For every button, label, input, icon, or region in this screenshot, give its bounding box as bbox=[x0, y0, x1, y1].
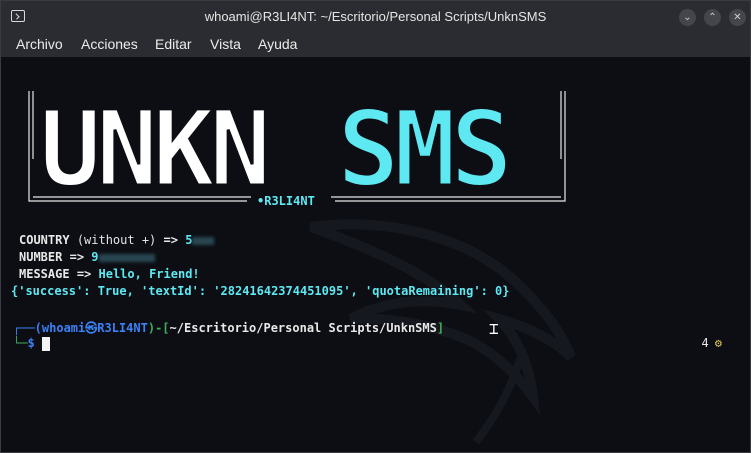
prompt-at: ㉿ bbox=[85, 321, 98, 335]
prompt-corner: └─ bbox=[13, 336, 28, 350]
number-line: NUMBER => 9 bbox=[19, 250, 155, 264]
terminal-window: whoami@R3LI4NT: ~/Escritorio/Personal Sc… bbox=[0, 0, 751, 453]
country-arrow: => bbox=[163, 233, 178, 247]
prompt-symbol: $ bbox=[27, 336, 35, 350]
message-label: MESSAGE bbox=[19, 267, 70, 281]
country-label: COUNTRY bbox=[19, 233, 70, 247]
prompt-line-1: ┌──(whoami㉿R3LI4NT)-[~/Escritorio/Person… bbox=[13, 319, 444, 336]
prompt-close: ] bbox=[436, 321, 445, 335]
title-bar[interactable]: whoami@R3LI4NT: ~/Escritorio/Personal Sc… bbox=[1, 1, 750, 33]
menu-acciones[interactable]: Acciones bbox=[81, 36, 138, 52]
prompt-user: whoami bbox=[41, 321, 86, 335]
terminal-area[interactable]: UNKN SMS •R3LI4NT COUNTRY (without +) =>… bbox=[1, 57, 750, 452]
number-arrow: => bbox=[69, 250, 85, 264]
prompt-host: R3LI4NT bbox=[97, 321, 148, 335]
country-value: 5 bbox=[185, 233, 193, 247]
message-value: Hello, Friend! bbox=[98, 267, 200, 281]
prompt-path: ~/Escritorio/Personal Scripts/UnknSMS bbox=[169, 321, 437, 335]
country-hint: (without +) bbox=[76, 233, 157, 247]
menu-archivo[interactable]: Archivo bbox=[16, 36, 63, 52]
job-count: 4 bbox=[701, 336, 709, 350]
menu-ayuda[interactable]: Ayuda bbox=[258, 36, 297, 52]
redacted-country bbox=[192, 236, 215, 245]
banner-author: •R3LI4NT bbox=[257, 194, 315, 207]
window-title: whoami@R3LI4NT: ~/Escritorio/Personal Sc… bbox=[204, 9, 547, 24]
message-line: MESSAGE => Hello, Friend! bbox=[19, 267, 200, 281]
menu-vista[interactable]: Vista bbox=[210, 36, 241, 52]
scrollbar[interactable] bbox=[744, 57, 750, 452]
message-arrow: => bbox=[76, 267, 92, 281]
maximize-icon[interactable]: ⌃ bbox=[704, 9, 721, 26]
prompt-mid: )-[ bbox=[147, 321, 170, 335]
menu-bar: Archivo Acciones Editar Vista Ayuda bbox=[1, 33, 750, 57]
ibeam-cursor-icon: ⌶ bbox=[489, 319, 499, 338]
gear-icon: ⚙ bbox=[714, 336, 722, 350]
close-icon[interactable]: ✕ bbox=[729, 9, 746, 26]
prompt-line-2: └─$ bbox=[13, 336, 50, 351]
redacted-number bbox=[98, 253, 155, 262]
prompt-open: ┌──( bbox=[13, 321, 42, 335]
unknsms-banner: UNKN SMS •R3LI4NT bbox=[28, 89, 566, 207]
country-line: COUNTRY (without +) => 5 bbox=[19, 233, 215, 247]
text-cursor[interactable] bbox=[41, 336, 50, 351]
minimize-icon[interactable]: ⌄ bbox=[679, 9, 696, 26]
banner-sms-text: SMS bbox=[337, 89, 507, 207]
job-status: 4 ⚙ bbox=[702, 336, 722, 350]
number-label: NUMBER bbox=[19, 250, 63, 264]
banner-unkn-text: UNKN bbox=[39, 89, 266, 207]
api-response: {'success': True, 'textId': '28241642374… bbox=[11, 284, 510, 298]
menu-editar[interactable]: Editar bbox=[155, 36, 192, 52]
number-value: 9 bbox=[91, 250, 99, 264]
